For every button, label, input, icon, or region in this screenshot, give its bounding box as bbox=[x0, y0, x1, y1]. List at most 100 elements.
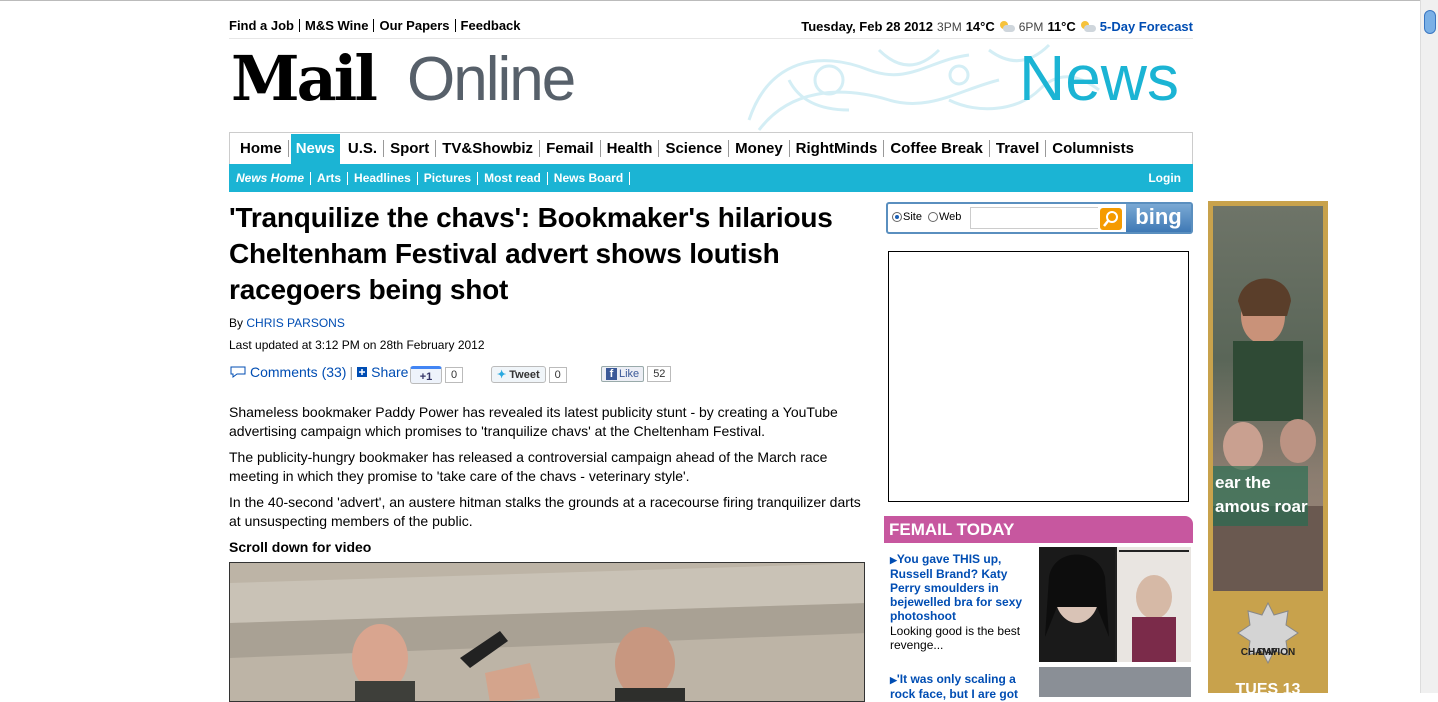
article-image[interactable] bbox=[229, 562, 865, 702]
nav-rightminds[interactable]: RightMinds bbox=[790, 140, 885, 157]
tweet-label: Tweet bbox=[509, 369, 540, 381]
google-plus-count: 0 bbox=[445, 367, 464, 383]
ad-tagline: ear the amous roar bbox=[1213, 466, 1308, 526]
weather-time-1: 3PM bbox=[937, 19, 962, 34]
tweet-button[interactable]: ✦ Tweet bbox=[491, 366, 546, 383]
article-paragraph: In the 40-second 'advert', an austere hi… bbox=[229, 494, 861, 529]
article: 'Tranquilize the chavs': Bookmaker's hil… bbox=[229, 200, 865, 702]
arrow-right-icon: ▶ bbox=[890, 555, 897, 565]
femail-story[interactable]: ▶You gave THIS up, Russell Brand? Katy P… bbox=[890, 552, 1036, 652]
scrollbar-thumb[interactable] bbox=[1424, 10, 1436, 34]
radio-icon bbox=[927, 212, 938, 223]
nav-home[interactable]: Home bbox=[234, 140, 289, 157]
badge-line-2: DAY bbox=[1257, 647, 1279, 658]
facebook-icon: f bbox=[606, 368, 617, 380]
ad-tagline-line-2: amous roar bbox=[1215, 497, 1308, 516]
bing-logo: bing bbox=[1126, 204, 1191, 232]
femail-header[interactable]: FEMAIL TODAY bbox=[884, 516, 1193, 543]
subnav-news-board[interactable]: News Board bbox=[548, 171, 631, 185]
vertical-scrollbar[interactable] bbox=[1420, 0, 1438, 693]
subnav-arts[interactable]: Arts bbox=[311, 171, 349, 185]
like-count: 52 bbox=[647, 366, 672, 382]
web-label: Web bbox=[938, 211, 962, 223]
subnav-news-home[interactable]: News Home bbox=[236, 171, 312, 185]
ad-tagline-line-1: ear the bbox=[1215, 473, 1271, 492]
skyscraper-ad[interactable]: ear the amous roar CHAMPION DAY TUES 13 bbox=[1208, 201, 1328, 698]
femail-today: FEMAIL TODAY ▶You gave THIS up, Russell … bbox=[884, 516, 1193, 701]
ms-wine-link[interactable]: M&S Wine bbox=[300, 19, 375, 32]
search-scope: Site Web bbox=[892, 211, 961, 223]
comment-bubble-icon bbox=[230, 366, 246, 378]
our-papers-link[interactable]: Our Papers bbox=[374, 19, 456, 32]
comments-share: Comments (33) | Share bbox=[229, 364, 408, 380]
share-icon bbox=[357, 367, 368, 377]
subnav-headlines[interactable]: Headlines bbox=[348, 171, 418, 185]
twitter-widget: ✦ Tweet 0 bbox=[491, 366, 567, 383]
window-top-border bbox=[0, 0, 1420, 1]
nav-columnists[interactable]: Columnists bbox=[1046, 140, 1140, 157]
weather-temp-1: 14°C bbox=[965, 19, 995, 34]
katy-perry-photo bbox=[1039, 547, 1191, 662]
sub-nav: News Home Arts Headlines Pictures Most r… bbox=[229, 164, 1193, 192]
site-label: Site bbox=[903, 211, 922, 223]
five-day-forecast-link[interactable]: 5-Day Forecast bbox=[1100, 19, 1193, 34]
advert-slot[interactable] bbox=[888, 251, 1189, 502]
subnav-most-read[interactable]: Most read bbox=[478, 171, 548, 185]
nav-sport[interactable]: Sport bbox=[384, 140, 437, 157]
utility-links: Find a Job M&S Wine Our Papers Feedback bbox=[229, 19, 526, 32]
hitman-photo bbox=[230, 563, 864, 701]
femail-story[interactable]: ▶'It was only scaling a rock face, but I… bbox=[890, 672, 1036, 701]
nav-coffee-break[interactable]: Coffee Break bbox=[884, 140, 990, 157]
logo-online[interactable]: Online bbox=[407, 45, 576, 115]
current-date: Tuesday, Feb 28 2012 bbox=[801, 19, 934, 34]
masthead: Mail Online News bbox=[229, 40, 1193, 132]
facebook-like-button[interactable]: f Like bbox=[601, 366, 645, 382]
twitter-bird-icon: ✦ bbox=[497, 369, 507, 381]
crowd-image bbox=[1213, 278, 1323, 591]
nav-health[interactable]: Health bbox=[601, 140, 660, 157]
nav-tv-showbiz[interactable]: TV&Showbiz bbox=[436, 140, 541, 157]
login-link[interactable]: Login bbox=[1148, 171, 1181, 185]
section-title: News bbox=[1018, 42, 1179, 114]
last-updated: Last updated at 3:12 PM on 28th February… bbox=[229, 338, 485, 352]
femail-story-title[interactable]: You gave THIS up, Russell Brand? Katy Pe… bbox=[890, 552, 1022, 623]
arrow-right-icon: ▶ bbox=[890, 675, 897, 685]
magnifier-icon bbox=[1103, 211, 1118, 227]
find-a-job-link[interactable]: Find a Job bbox=[229, 19, 300, 32]
nav-femail[interactable]: Femail bbox=[540, 140, 601, 157]
partly-cloudy-icon bbox=[999, 21, 1015, 32]
femail-story-summary: Looking good is the best revenge... bbox=[890, 624, 1021, 652]
search-button[interactable] bbox=[1100, 208, 1122, 230]
feedback-link[interactable]: Feedback bbox=[456, 19, 526, 32]
nav-science[interactable]: Science bbox=[659, 140, 730, 157]
web-radio[interactable]: Web bbox=[927, 211, 962, 223]
byline: By CHRIS PARSONS bbox=[229, 316, 865, 330]
nav-us[interactable]: U.S. bbox=[342, 140, 385, 157]
author-link[interactable]: CHRIS PARSONS bbox=[246, 316, 344, 330]
scroll-down-note: Scroll down for video bbox=[229, 539, 372, 555]
femail-story-title[interactable]: 'It was only scaling a rock face, but I … bbox=[890, 672, 1018, 701]
subnav-pictures[interactable]: Pictures bbox=[418, 171, 479, 185]
article-headline: 'Tranquilize the chavs': Bookmaker's hil… bbox=[229, 202, 833, 305]
racegoer-photo: ear the amous roar bbox=[1213, 206, 1323, 591]
nav-money[interactable]: Money bbox=[729, 140, 790, 157]
main-nav: Home News U.S. Sport TV&Showbiz Femail H… bbox=[229, 132, 1193, 164]
partly-cloudy-icon bbox=[1080, 21, 1096, 32]
site-radio[interactable]: Site bbox=[892, 211, 922, 223]
champion-day-badge: CHAMPION DAY bbox=[1236, 601, 1300, 665]
radio-selected-icon bbox=[892, 212, 902, 223]
share-link[interactable]: Share bbox=[371, 364, 408, 380]
ad-date: TUES 13 bbox=[1235, 681, 1301, 698]
article-paragraph: Shameless bookmaker Paddy Power has reve… bbox=[229, 404, 838, 439]
femail-story-thumbnail[interactable] bbox=[1039, 547, 1191, 662]
google-plus-widget: +1 0 bbox=[410, 366, 464, 384]
nav-travel[interactable]: Travel bbox=[990, 140, 1047, 157]
nav-news[interactable]: News bbox=[290, 133, 340, 164]
search-input[interactable] bbox=[970, 207, 1098, 229]
comments-link[interactable]: Comments (33) bbox=[250, 364, 346, 380]
weather-time-2: 6PM bbox=[1018, 19, 1044, 34]
google-plus-one-button[interactable]: +1 bbox=[410, 366, 442, 384]
article-paragraph: The publicity-hungry bookmaker has relea… bbox=[229, 449, 828, 484]
search-box: Site Web bing bbox=[886, 202, 1193, 234]
logo-mail[interactable]: Mail bbox=[231, 44, 378, 114]
